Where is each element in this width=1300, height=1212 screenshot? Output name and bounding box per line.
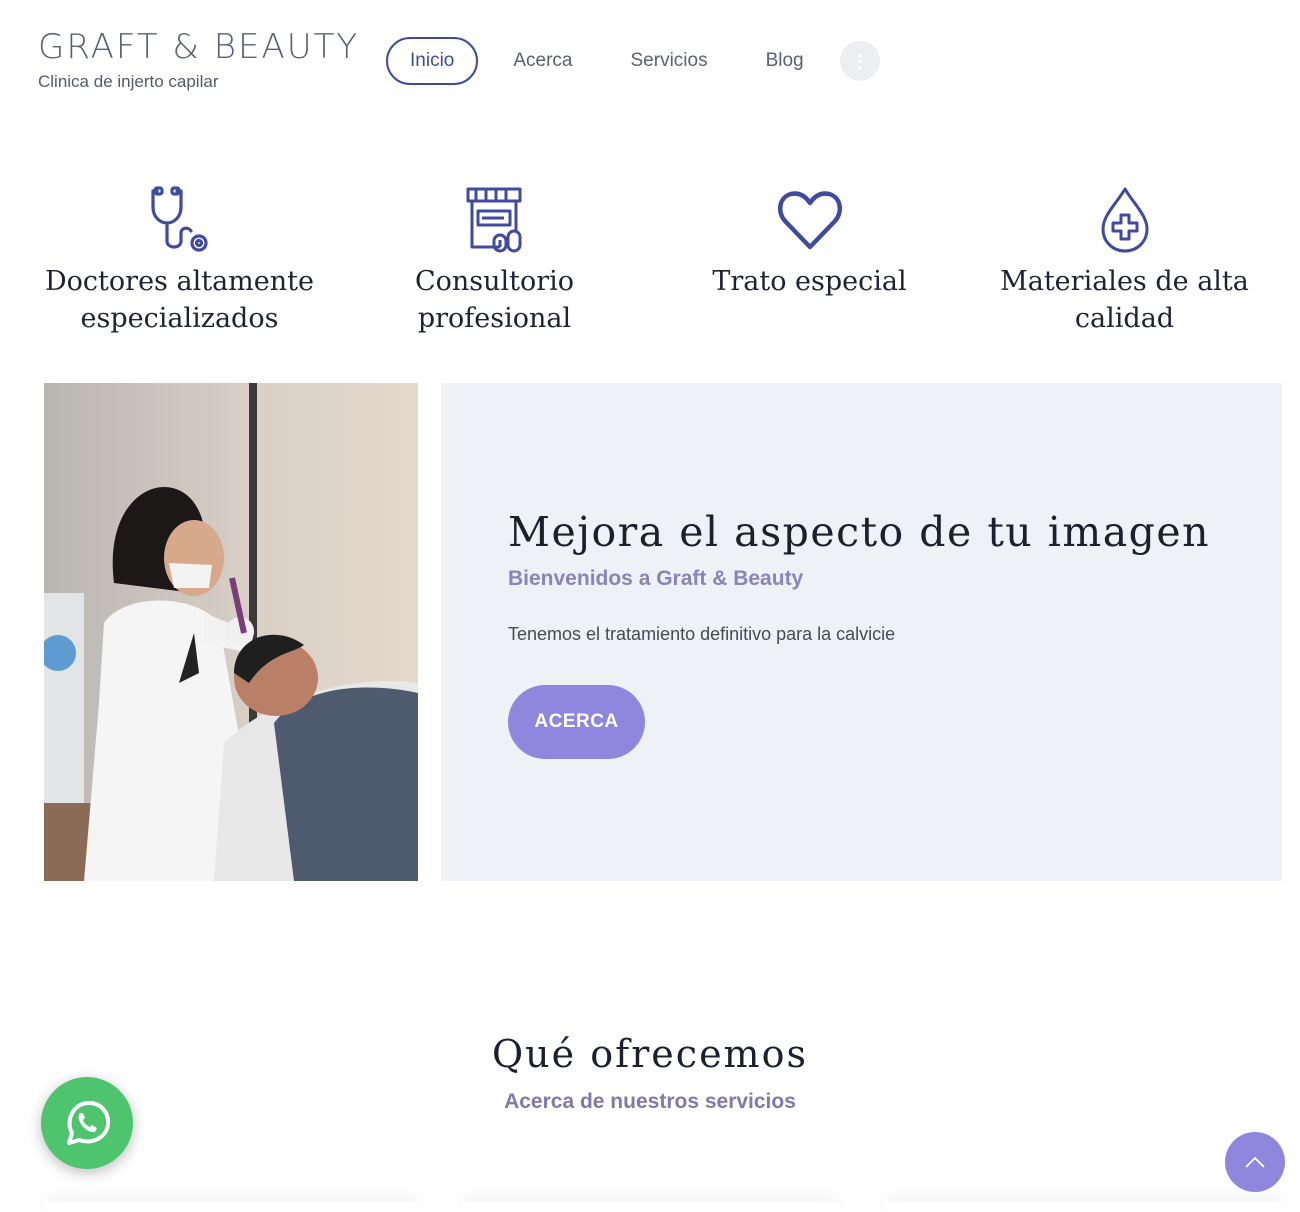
brand-title: GRAFT & BEAUTY <box>38 27 360 67</box>
hero-title: Mejora el aspecto de tu imagen <box>508 508 1211 556</box>
feature-item: Trato especial <box>652 185 967 337</box>
feature-item: Consultorio profesional <box>337 185 652 337</box>
hero-panel: Mejora el aspecto de tu imagen Bienvenid… <box>441 383 1282 881</box>
section-title: Qué ofrecemos <box>492 1032 808 1076</box>
stethoscope-icon <box>150 186 208 252</box>
more-menu-button[interactable] <box>839 41 880 81</box>
vertical-dots-icon <box>858 59 862 63</box>
hero-text: Tenemos el tratamiento definitivo para l… <box>508 624 896 644</box>
brand[interactable]: GRAFT & BEAUTY Clinica de injerto capila… <box>38 30 359 92</box>
service-card[interactable] <box>44 1202 418 1212</box>
nav-item-inicio[interactable]: Inicio <box>386 37 479 85</box>
brand-subtitle: Clinica de injerto capilar <box>38 72 219 91</box>
chevron-up-icon <box>1245 1156 1265 1168</box>
whatsapp-icon <box>67 1100 111 1145</box>
drop-plus-icon <box>1101 187 1148 253</box>
feature-item: Materiales de alta calidad <box>967 185 1282 337</box>
nav-item-servicios[interactable]: Servicios <box>631 39 708 83</box>
section-subtitle: Acerca de nuestros servicios <box>504 1090 796 1113</box>
whatsapp-button[interactable] <box>41 1077 133 1169</box>
nav-item-blog[interactable]: Blog <box>766 39 804 83</box>
scroll-top-button[interactable] <box>1225 1132 1285 1192</box>
acerca-button[interactable]: ACERCA <box>508 685 645 759</box>
feature-label: Materiales de alta calidad <box>1000 266 1249 334</box>
feature-item: Doctores altamente especializados <box>22 185 337 337</box>
feature-label: Consultorio profesional <box>414 266 575 334</box>
heart-icon <box>777 191 842 250</box>
hero-subtitle: Bienvenidos a Graft & Beauty <box>508 567 804 590</box>
service-cards <box>0 1170 1300 1212</box>
features-row: Doctores altamente especializados Consul… <box>22 185 1282 337</box>
pharmacy-icon <box>466 187 521 253</box>
main-nav: Inicio Acerca Servicios Blog <box>386 37 880 85</box>
feature-label: Doctores altamente especializados <box>45 266 314 334</box>
hero-photo <box>44 383 418 881</box>
nav-item-acerca[interactable]: Acerca <box>513 39 572 83</box>
service-card[interactable] <box>884 1202 1282 1212</box>
feature-label: Trato especial <box>712 266 907 297</box>
service-card[interactable] <box>463 1202 839 1212</box>
